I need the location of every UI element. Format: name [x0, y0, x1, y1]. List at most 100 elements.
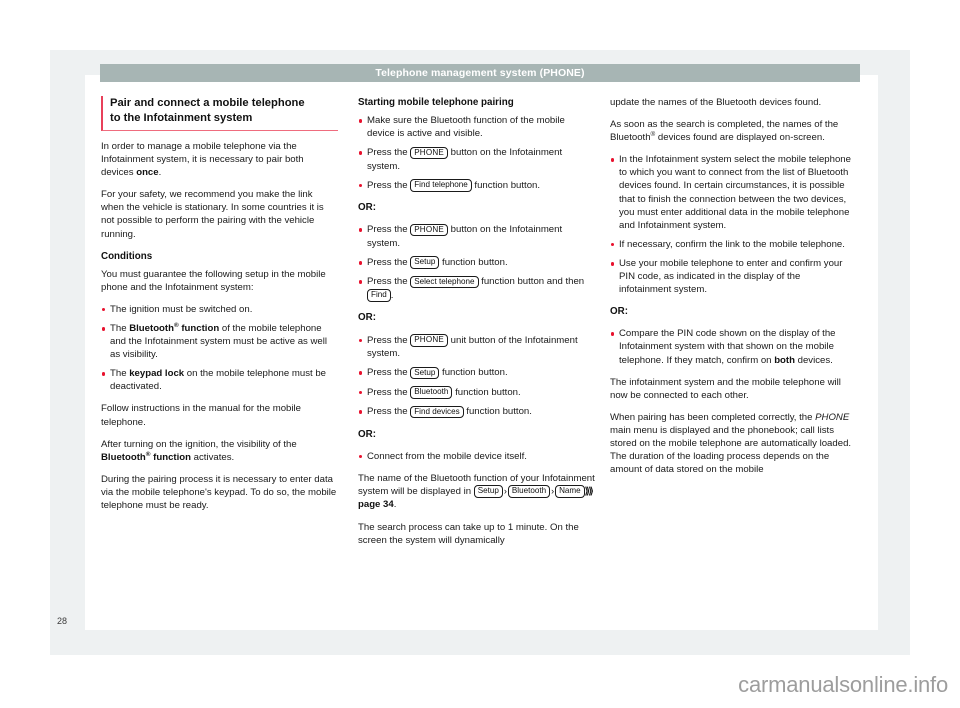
visibility-emphasis: Bluetooth® function — [101, 451, 191, 463]
pairing-steps-list-3: Press the PHONE unit button of the Infot… — [358, 334, 595, 419]
list-item: Press the PHONE button on the Infotainme… — [358, 223, 595, 250]
find-devices-button-keycap[interactable]: Find devices — [410, 405, 464, 419]
bluetooth-word: Bluetooth — [129, 322, 174, 334]
connected-confirmation-paragraph: The infotainment system and the mobile t… — [610, 376, 841, 401]
step-text-emphasis: both — [774, 354, 795, 366]
find-telephone-button-keycap[interactable]: Find telephone — [410, 179, 472, 192]
pairing-complete-paragraph: When pairing has been completed correctl… — [610, 411, 855, 476]
conditions-heading: Conditions — [101, 250, 153, 262]
running-header-title: Telephone management system (PHONE) — [375, 67, 585, 79]
intro-paragraph-tail: . — [158, 167, 162, 179]
watermark: carmanualsonline.info — [738, 672, 948, 697]
setup-button-keycap[interactable]: Setup — [410, 366, 440, 380]
content-column-1: Pair and connect a mobile telephone to t… — [101, 96, 338, 521]
step-text-tail: devices. — [794, 354, 833, 366]
list-item: Press the PHONE unit button of the Infot… — [358, 334, 595, 361]
setup-button-keycap[interactable]: Setup — [410, 256, 440, 269]
list-item: Press the Find telephone function button… — [358, 179, 595, 193]
content-column-3: update the names of the Bluetooth device… — [610, 96, 855, 485]
page-title: Pair and connect a mobile telephone to t… — [101, 96, 338, 131]
conditions-bullet-2-lead: The — [110, 322, 130, 334]
phone-button-keycap[interactable]: PHONE — [410, 223, 448, 237]
or-label-2: OR: — [358, 312, 376, 324]
list-item: Make sure the Bluetooth function of the … — [358, 114, 595, 140]
intro-paragraph: In order to manage a mobile telephone vi… — [101, 140, 338, 179]
visibility-paragraph-lead: After turning on the ignition, the visib… — [101, 438, 297, 450]
pairing-steps-list-1: Make sure the Bluetooth function of the … — [358, 114, 595, 192]
list-item: Use your mobile telephone to enter and c… — [610, 257, 855, 296]
page-number: 28 — [57, 616, 68, 626]
step-text-lead: Press the — [367, 367, 411, 379]
find-button-keycap[interactable]: Find — [367, 289, 391, 302]
visibility-paragraph-tail: activates. — [190, 451, 235, 463]
search-complete-paragraph: As soon as the search is completed, the … — [610, 118, 855, 144]
running-header-band: Telephone management system (PHONE) — [100, 64, 860, 82]
or-label-4: OR: — [610, 306, 628, 318]
step-text-mid: function button and then — [478, 276, 585, 288]
bluetooth-word: Bluetooth — [101, 451, 146, 463]
list-item: In the Infotainment system select the mo… — [610, 153, 855, 232]
list-item: If necessary, confirm the link to the mo… — [610, 238, 855, 251]
bluetooth-name-paragraph: The name of the Bluetooth function of yo… — [358, 472, 595, 512]
step-text: If necessary, confirm the link to the mo… — [619, 238, 845, 250]
list-item: Press the Select telephone function butt… — [358, 275, 595, 302]
conditions-bullet-1-text: The ignition must be switched on. — [110, 303, 253, 315]
step-text-lead: Press the — [367, 386, 411, 398]
or-label-1: OR: — [358, 202, 376, 214]
list-item: The Bluetooth® function of the mobile te… — [101, 322, 338, 361]
list-item: Press the Setup function button. — [358, 256, 595, 270]
intro-emphasis: once — [136, 167, 159, 179]
safety-paragraph: For your safety, we recommend you make t… — [101, 189, 324, 240]
pin-compare-list: Compare the PIN code shown on the displa… — [610, 327, 855, 366]
cross-reference-page-link[interactable]: page 34 — [358, 499, 394, 510]
list-item: Press the PHONE button on the Infotainme… — [358, 146, 595, 173]
select-telephone-button-keycap[interactable]: Select telephone — [410, 275, 479, 289]
content-column-2: Starting mobile telephone pairing Make s… — [358, 96, 595, 556]
list-item: Connect from the mobile device itself. — [358, 450, 595, 463]
pairing-complete-lead: When pairing has been completed correctl… — [610, 411, 816, 423]
pairing-steps-list-2: Press the PHONE button on the Infotainme… — [358, 223, 595, 302]
step-text-tail: function button. — [452, 386, 521, 398]
bluetooth-name-tail: . — [393, 499, 397, 511]
conditions-bullet-3-lead: The — [110, 368, 130, 380]
page-title-line-2: to the Infotainment system — [110, 112, 253, 124]
function-word: function — [150, 451, 191, 463]
step-text-tail: function button. — [471, 179, 541, 191]
list-item: Press the Bluetooth function button. — [358, 386, 595, 400]
function-word: function — [178, 322, 220, 334]
search-duration-paragraph: The search process can take up to 1 minu… — [358, 521, 579, 546]
step-text-lead: Press the — [367, 179, 411, 191]
step-text: Use your mobile telephone to enter and c… — [619, 257, 843, 296]
phone-menu-name: PHONE — [815, 411, 850, 423]
name-button-keycap[interactable]: Name — [555, 485, 585, 498]
search-complete-tail: devices found are displayed on-screen. — [655, 132, 825, 144]
step-text-tail: function button. — [439, 256, 508, 268]
setup-button-keycap[interactable]: Setup — [473, 485, 503, 498]
intro-paragraph-text: In order to manage a mobile telephone vi… — [101, 141, 304, 179]
step-text-lead: Press the — [367, 147, 411, 159]
step-text: Connect from the mobile device itself. — [367, 450, 527, 462]
step-text: In the Infotainment system select the mo… — [619, 154, 851, 231]
list-item: The ignition must be switched on. — [101, 303, 338, 316]
conditions-bullet-2-emphasis: Bluetooth® function — [129, 322, 220, 334]
list-item: Press the Find devices function button. — [358, 405, 595, 419]
manual-instructions-paragraph: Follow instructions in the manual for th… — [101, 403, 301, 428]
connection-steps-list: In the Infotainment system select the mo… — [610, 153, 855, 296]
phone-button-keycap[interactable]: PHONE — [410, 146, 448, 160]
bluetooth-button-keycap[interactable]: Bluetooth — [507, 485, 551, 498]
phone-button-keycap[interactable]: PHONE — [410, 334, 448, 347]
pairing-start-heading: Starting mobile telephone pairing — [358, 97, 514, 108]
step-text-lead: Press the — [367, 334, 411, 346]
cross-reference-chevron-icon: ⟫⟫ — [584, 485, 594, 497]
step-text-lead: Press the — [367, 276, 411, 288]
search-update-paragraph: update the names of the Bluetooth device… — [610, 97, 822, 108]
conditions-bullet-list: The ignition must be switched on. The Bl… — [101, 303, 338, 394]
conditions-intro-paragraph: You must guarantee the following setup i… — [101, 268, 326, 293]
pairing-steps-list-4: Connect from the mobile device itself. — [358, 450, 595, 463]
pairing-complete-tail: main menu is displayed and the phonebook… — [610, 424, 852, 476]
visibility-paragraph: After turning on the ignition, the visib… — [101, 438, 338, 464]
step-text-lead: Press the — [367, 256, 411, 268]
bluetooth-button-keycap[interactable]: Bluetooth — [410, 386, 453, 399]
step-text-lead: Press the — [367, 406, 411, 418]
conditions-bullet-3-emphasis: keypad lock — [129, 368, 185, 380]
